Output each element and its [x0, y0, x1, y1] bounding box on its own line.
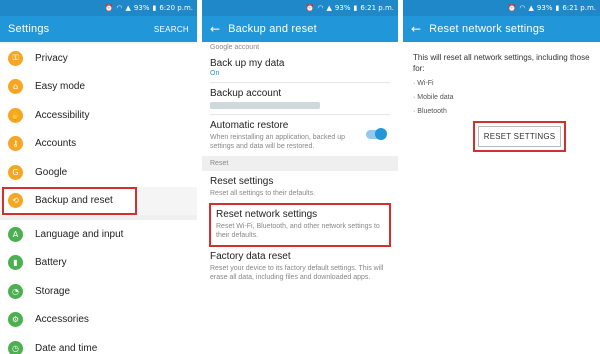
page-title: Backup and reset	[228, 23, 317, 35]
item-title: Back up my data	[210, 58, 285, 69]
item-title: Reset settings	[210, 176, 274, 187]
signal-icon: ▲	[528, 4, 534, 12]
item-value: On	[210, 70, 220, 77]
factory-data-reset-item[interactable]: Factory data reset Reset your device to …	[210, 246, 390, 287]
wifi-icon: ◠	[519, 4, 526, 12]
back-up-my-data-item[interactable]: Back up my data On	[210, 53, 390, 83]
page-title: Reset network settings	[429, 23, 545, 35]
item-title: Automatic restore	[210, 120, 289, 131]
item-label: Date and time	[35, 342, 98, 354]
item-title: Reset network settings	[216, 209, 318, 220]
back-arrow-icon[interactable]: ←	[411, 22, 421, 36]
reset-settings-button[interactable]: RESET SETTINGS	[478, 126, 561, 147]
section-header-reset: Reset	[202, 156, 398, 171]
app-bar: ← Reset network settings	[403, 16, 600, 42]
reset-network-settings-item[interactable]: Reset network settings Reset Wi-Fi, Blue…	[209, 203, 391, 247]
sidebar-item-battery[interactable]: ▮ Battery	[0, 248, 197, 277]
list-item: · Mobile data	[413, 94, 454, 101]
app-bar: ← Backup and reset	[202, 16, 398, 42]
item-subtitle: When reinstalling an application, backed…	[210, 134, 346, 150]
reset-network-panel: ⏰ ◠ ▲ 93% ▮ 6:21 p.m. ← Reset network se…	[403, 0, 600, 354]
status-bar: ⏰ ◠ ▲ 93% ▮ 6:20 p.m.	[0, 0, 197, 16]
highlight-box: RESET SETTINGS	[473, 121, 566, 152]
battery-icon: ▮	[152, 4, 157, 12]
settings-list: ⚿ Privacy ⌂ Easy mode ✋ Accessibility ⚷ Account…	[0, 42, 197, 354]
automatic-restore-item[interactable]: Automatic restore When reinstalling an a…	[210, 115, 390, 156]
wifi-icon: ◠	[317, 4, 324, 12]
status-bar: ⏰ ◠ ▲ 93% ▮ 6:21 p.m.	[403, 0, 600, 16]
storage-icon: ◔	[8, 283, 23, 299]
sidebar-item-easy-mode[interactable]: ⌂ Easy mode	[0, 72, 197, 101]
google-icon: G	[8, 164, 23, 180]
wifi-icon: ◠	[116, 4, 123, 12]
network-list: · Wi-Fi · Mobile data · Bluetooth	[413, 77, 590, 119]
signal-icon: ▲	[326, 4, 332, 12]
item-subtitle: Reset your device to its factory default…	[210, 265, 384, 281]
alarm-icon: ⏰	[104, 4, 114, 12]
clock: 6:21 p.m.	[562, 4, 596, 12]
status-bar: ⏰ ◠ ▲ 93% ▮ 6:21 p.m.	[202, 0, 398, 16]
page-title: Settings	[8, 23, 50, 35]
item-label: Language and input	[35, 228, 124, 240]
accounts-icon: ⚷	[8, 136, 23, 152]
item-title: Backup account	[210, 88, 282, 99]
item-subtitle: Reset all settings to their defaults.	[210, 190, 316, 197]
backup-account-item[interactable]: Backup account	[210, 83, 390, 115]
battery-icon: ▮	[555, 4, 560, 12]
battery-level: 93%	[536, 4, 553, 12]
item-label: Google	[35, 166, 68, 178]
toggle-knob	[375, 128, 387, 140]
reset-settings-item[interactable]: Reset settings Reset all settings to the…	[210, 171, 390, 204]
item-label: Accessibility	[35, 109, 90, 121]
battery-icon: ▮	[8, 255, 23, 271]
list-item: · Wi-Fi	[413, 80, 434, 87]
sidebar-item-google[interactable]: G Google	[0, 158, 197, 187]
accessibility-icon: ✋	[8, 107, 23, 123]
reset-description: This will reset all network settings, in…	[413, 53, 590, 73]
battery-level: 93%	[133, 4, 150, 12]
battery-level: 93%	[334, 4, 351, 12]
sidebar-item-accounts[interactable]: ⚷ Accounts	[0, 129, 197, 158]
redacted-account	[210, 102, 320, 109]
sidebar-item-storage[interactable]: ◔ Storage	[0, 277, 197, 306]
settings-panel: ⏰ ◠ ▲ 93% ▮ 6:20 p.m. Settings SEARCH ⚿ P…	[0, 0, 197, 354]
item-label: Battery	[35, 257, 67, 269]
battery-icon: ▮	[353, 4, 358, 12]
backup-reset-icon: ⟲	[8, 193, 23, 209]
section-header-google-account: Google account	[210, 44, 260, 51]
alarm-icon: ⏰	[507, 4, 517, 12]
item-label: Backup and reset	[35, 195, 113, 207]
app-bar: Settings SEARCH	[0, 16, 197, 42]
alarm-icon: ⏰	[305, 4, 315, 12]
sidebar-item-language-and-input[interactable]: A Language and input	[0, 220, 197, 249]
sidebar-item-accessories[interactable]: ⚙ Accessories	[0, 305, 197, 334]
item-label: Storage	[35, 285, 71, 297]
item-label: Accounts	[35, 138, 77, 150]
clock: 6:21 p.m.	[360, 4, 394, 12]
signal-icon: ▲	[125, 4, 131, 12]
item-title: Factory data reset	[210, 251, 291, 262]
item-label: Privacy	[35, 52, 68, 64]
list-item: · Bluetooth	[413, 108, 447, 115]
item-label: Easy mode	[35, 81, 86, 93]
date-time-icon: ◷	[8, 340, 23, 354]
sidebar-item-accessibility[interactable]: ✋ Accessibility	[0, 101, 197, 130]
easy-mode-icon: ⌂	[8, 79, 23, 95]
language-icon: A	[8, 226, 23, 242]
item-subtitle: Reset Wi-Fi, Bluetooth, and other networ…	[216, 223, 380, 239]
sidebar-item-privacy[interactable]: ⚿ Privacy	[0, 44, 197, 73]
search-button[interactable]: SEARCH	[154, 25, 189, 34]
sidebar-item-backup-and-reset[interactable]: ⟲ Backup and reset	[2, 186, 137, 215]
item-label: Accessories	[35, 314, 89, 326]
privacy-icon: ⚿	[8, 50, 23, 66]
sidebar-item-date-and-time[interactable]: ◷ Date and time	[0, 334, 197, 354]
backup-reset-panel: ⏰ ◠ ▲ 93% ▮ 6:21 p.m. ← Backup and reset…	[202, 0, 398, 354]
automatic-restore-toggle[interactable]	[366, 128, 387, 140]
accessories-icon: ⚙	[8, 312, 23, 328]
clock: 6:20 p.m.	[159, 4, 193, 12]
back-arrow-icon[interactable]: ←	[210, 22, 220, 36]
